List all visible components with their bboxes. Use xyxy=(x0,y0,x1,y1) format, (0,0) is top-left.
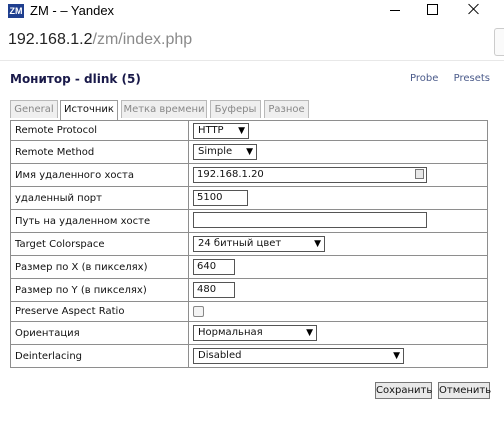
page-title: Монитор - dlink (5) xyxy=(10,72,141,86)
tab-general[interactable]: General xyxy=(10,100,58,118)
colorspace-select[interactable]: 24 битный цвет xyxy=(193,236,325,252)
height-label: Размер по Y (в пикселях) xyxy=(10,278,189,302)
deinterlacing-select[interactable]: Disabled xyxy=(193,348,404,364)
presets-link[interactable]: Presets xyxy=(454,73,490,84)
source-settings-table: Remote Protocol HTTP Remote Method Simpl… xyxy=(10,120,488,368)
remote-host-cell: 192.168.1.20 xyxy=(188,163,488,187)
aspect-ratio-label: Preserve Aspect Ratio xyxy=(10,301,189,322)
orientation-cell: Нормальная xyxy=(188,321,488,345)
deinterlacing-label: Deinterlacing xyxy=(10,344,189,368)
window-title: ZM - – Yandex xyxy=(30,3,115,18)
table-row: Remote Method Simple xyxy=(10,140,488,164)
colorspace-label: Target Colorspace xyxy=(10,232,189,256)
save-button[interactable]: Сохранить xyxy=(375,382,432,399)
width-input[interactable]: 640 xyxy=(193,259,235,275)
table-row: Deinterlacing Disabled xyxy=(10,344,488,368)
table-row: Имя удаленного хоста 192.168.1.20 xyxy=(10,163,488,187)
tab-timestamp[interactable]: Метка времени xyxy=(121,100,207,118)
orientation-label: Ориентация xyxy=(10,321,189,345)
table-row: Путь на удаленном хосте xyxy=(10,209,488,233)
probe-link[interactable]: Probe xyxy=(410,73,438,84)
address-bar-edge xyxy=(494,28,504,56)
width-label: Размер по X (в пикселях) xyxy=(10,255,189,279)
remote-path-cell xyxy=(188,209,488,233)
remote-method-label: Remote Method xyxy=(10,140,189,164)
height-input[interactable]: 480 xyxy=(193,282,235,298)
orientation-select[interactable]: Нормальная xyxy=(193,325,317,341)
tab-source[interactable]: Источник xyxy=(60,100,118,120)
height-cell: 480 xyxy=(188,278,488,302)
minimize-icon[interactable] xyxy=(376,0,416,20)
monitor-page: Монитор - dlink (5) Probe Presets Genera… xyxy=(0,61,504,429)
zm-logo-icon: ZM xyxy=(8,4,24,18)
remote-protocol-cell: HTTP xyxy=(188,120,488,141)
table-row: Remote Protocol HTTP xyxy=(10,120,488,141)
table-row: Ориентация Нормальная xyxy=(10,321,488,345)
close-icon[interactable] xyxy=(456,0,496,20)
top-links: Probe Presets xyxy=(398,73,490,84)
remote-path-label: Путь на удаленном хосте xyxy=(10,209,189,233)
cancel-button[interactable]: Отменить xyxy=(438,382,491,399)
table-row: Размер по X (в пикселях) 640 xyxy=(10,255,488,279)
remote-port-input[interactable]: 5100 xyxy=(193,190,248,206)
remote-protocol-label: Remote Protocol xyxy=(10,120,189,141)
deinterlacing-cell: Disabled xyxy=(188,344,488,368)
url-text[interactable]: 192.168.1.2/zm/index.php xyxy=(8,31,192,49)
url-host: 192.168.1.2 xyxy=(8,31,93,48)
maximize-icon[interactable] xyxy=(414,0,454,20)
aspect-ratio-checkbox[interactable] xyxy=(193,305,204,317)
tab-misc[interactable]: Разное xyxy=(264,100,309,118)
url-path: /zm/index.php xyxy=(92,31,193,48)
colorspace-cell: 24 битный цвет xyxy=(188,232,488,256)
address-bar[interactable]: 192.168.1.2/zm/index.php xyxy=(0,22,504,61)
width-cell: 640 xyxy=(188,255,488,279)
remote-method-select[interactable]: Simple xyxy=(193,144,257,160)
table-row: Preserve Aspect Ratio xyxy=(10,301,488,322)
remote-host-label: Имя удаленного хоста xyxy=(10,163,189,187)
tab-buffers[interactable]: Буферы xyxy=(210,100,261,118)
host-spin-icon[interactable] xyxy=(415,169,424,179)
remote-protocol-select[interactable]: HTTP xyxy=(193,122,249,139)
remote-method-cell: Simple xyxy=(188,140,488,164)
table-row: Размер по Y (в пикселях) 480 xyxy=(10,278,488,302)
window-titlebar: ZM ZM - – Yandex xyxy=(0,0,504,22)
remote-host-input[interactable]: 192.168.1.20 xyxy=(193,167,427,183)
table-row: удаленный порт 5100 xyxy=(10,186,488,210)
aspect-ratio-cell xyxy=(188,301,488,322)
remote-port-cell: 5100 xyxy=(188,186,488,210)
remote-path-input[interactable] xyxy=(193,211,427,228)
table-row: Target Colorspace 24 битный цвет xyxy=(10,232,488,256)
remote-port-label: удаленный порт xyxy=(10,186,189,210)
